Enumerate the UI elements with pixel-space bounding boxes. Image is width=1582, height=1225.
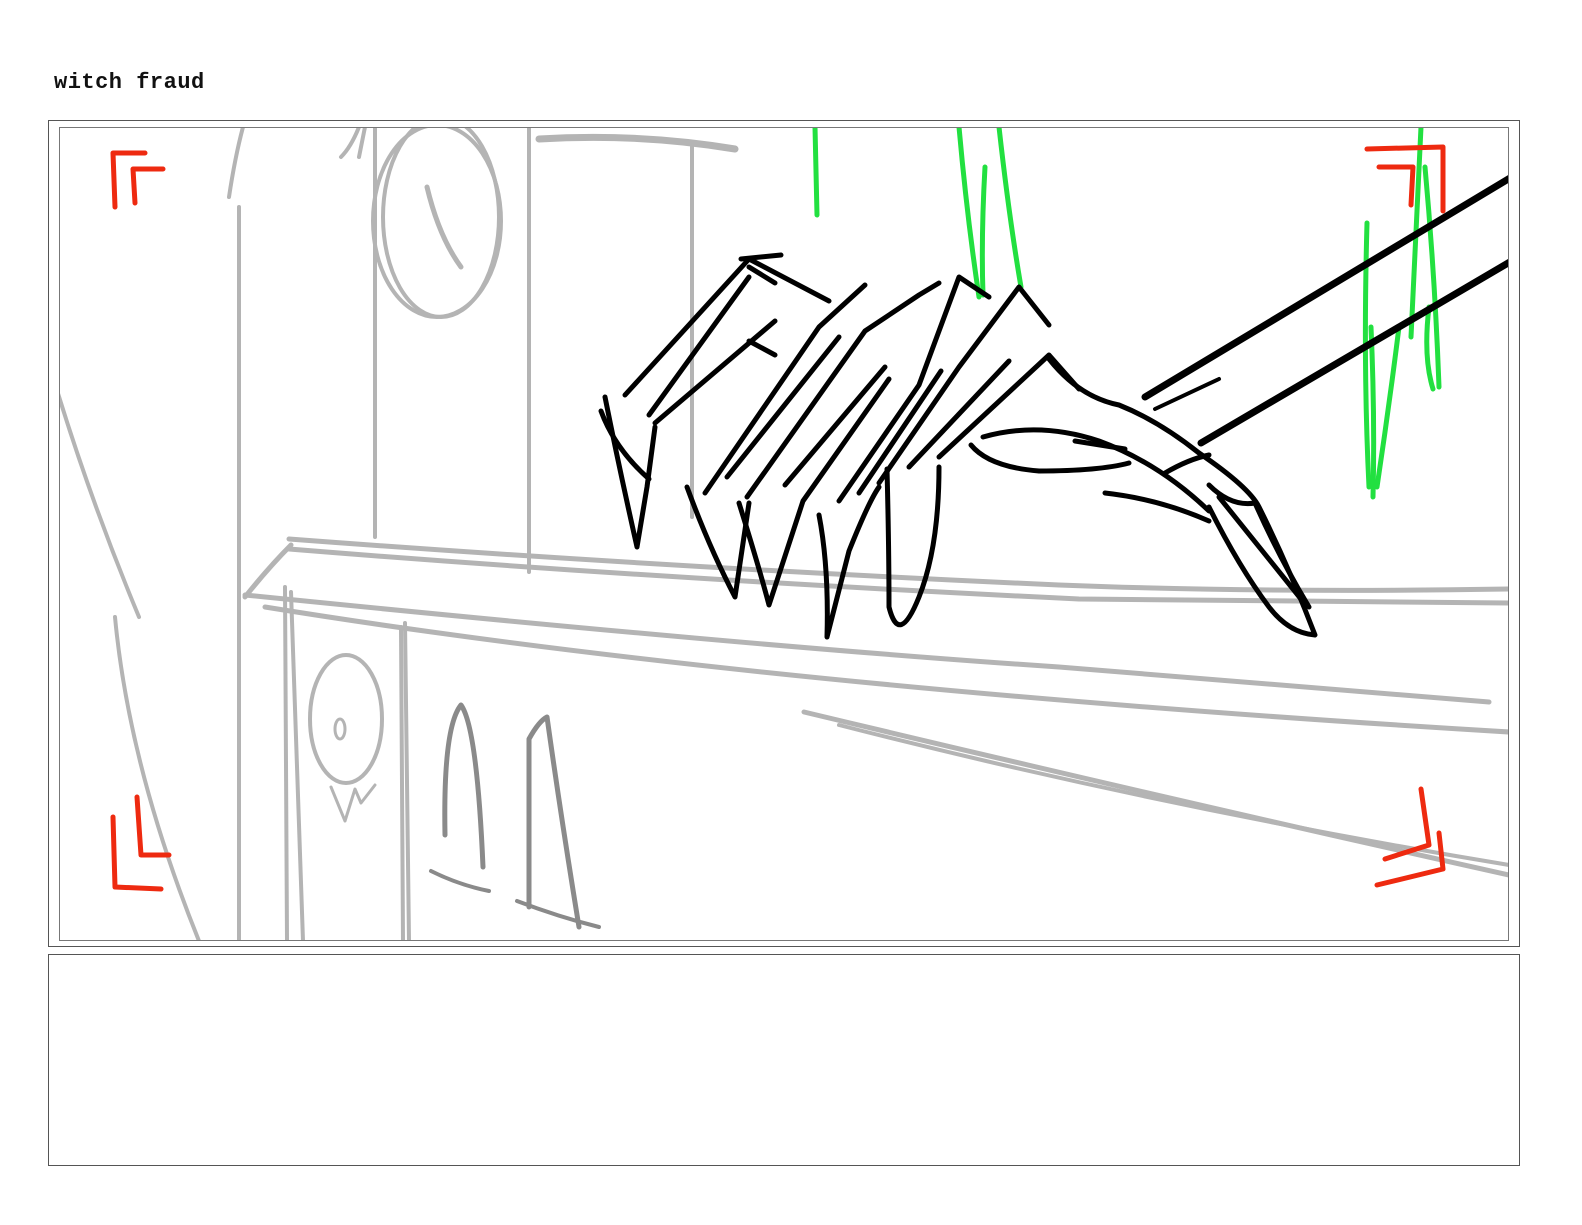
cabinet-top-bar [535, 133, 739, 153]
arch-base-right [515, 899, 601, 929]
storyboard-panel [48, 120, 1520, 947]
page-title: witch fraud [54, 70, 205, 95]
panel-sketch [60, 128, 1508, 940]
corner-top-right [1364, 144, 1446, 214]
cuckoo-beak [329, 783, 377, 823]
counter-support-2 [289, 590, 305, 940]
arch-left [442, 702, 486, 870]
arm-upper-line [1141, 175, 1508, 401]
counter-support-3 [403, 621, 411, 940]
counter-bottom-edge [801, 709, 1508, 878]
corner-bottom-right [1374, 786, 1446, 888]
counter-front-edge [242, 592, 1492, 705]
background-sketch [60, 128, 1508, 940]
cuckoo-eye [333, 717, 347, 741]
cuckoo-ornament [308, 653, 384, 785]
corner-top-left [110, 150, 166, 210]
crop-corner-marks [110, 144, 1446, 892]
left-wall-curve-2 [113, 615, 201, 940]
clock-hand [424, 184, 464, 270]
cabinet-top-left [227, 128, 245, 199]
arm-lower-line [1197, 259, 1508, 447]
counter-lower-edge [262, 604, 1508, 735]
arch-right [526, 714, 582, 930]
counter-support-1 [283, 585, 289, 940]
left-wall-curve [60, 393, 141, 619]
counter-support-4 [399, 625, 405, 940]
panel-notes-box[interactable] [48, 954, 1520, 1166]
small-top-bracket [339, 128, 367, 159]
arch-base-left [429, 869, 491, 893]
panel-drawing-area [59, 127, 1509, 941]
corner-bottom-left [110, 794, 172, 892]
